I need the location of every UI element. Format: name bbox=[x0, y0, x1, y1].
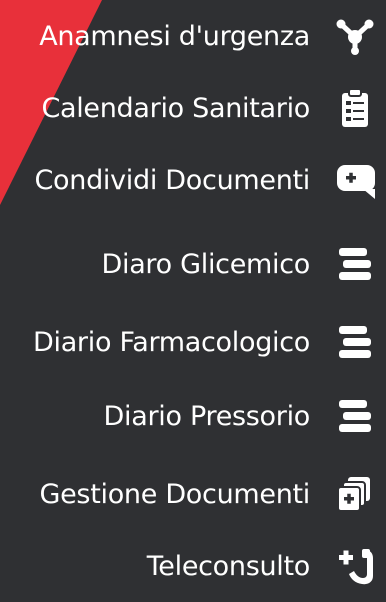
menu-item-calendario[interactable]: Calendario Sanitario bbox=[0, 72, 386, 144]
menu-item-glicemico[interactable]: Diaro Glicemico bbox=[0, 228, 386, 300]
medical-documents-icon bbox=[332, 471, 378, 517]
menu-item-label: Calendario Sanitario bbox=[41, 92, 310, 124]
stacked-bars-icon bbox=[332, 241, 378, 287]
menu-item-condividi[interactable]: Condividi Documenti bbox=[0, 144, 386, 216]
menu-item-label: Condividi Documenti bbox=[34, 164, 310, 196]
menu-item-label: Diario Pressorio bbox=[103, 400, 311, 432]
menu-item-label: Teleconsulto bbox=[146, 550, 311, 582]
menu-item-pressorio[interactable]: Diario Pressorio bbox=[0, 380, 386, 452]
menu-item-gestione[interactable]: Gestione Documenti bbox=[0, 458, 386, 530]
medical-phone-icon bbox=[332, 543, 378, 589]
network-share-icon bbox=[332, 13, 378, 59]
side-menu: Anamnesi d'urgenza Calendario Sanitario bbox=[0, 0, 386, 590]
menu-item-farmacologico[interactable]: Diario Farmacologico bbox=[0, 306, 386, 378]
clipboard-list-icon bbox=[332, 85, 378, 131]
menu-item-teleconsulto[interactable]: Teleconsulto bbox=[0, 530, 386, 602]
menu-item-label: Gestione Documenti bbox=[39, 478, 311, 510]
stacked-bars-icon bbox=[332, 319, 378, 365]
menu-item-label: Anamnesi d'urgenza bbox=[39, 20, 310, 52]
stacked-bars-icon bbox=[332, 393, 378, 439]
menu-item-label: Diario Farmacologico bbox=[33, 326, 310, 358]
medical-chat-icon bbox=[332, 157, 378, 203]
menu-item-label: Diaro Glicemico bbox=[101, 248, 311, 280]
menu-item-anamnesi[interactable]: Anamnesi d'urgenza bbox=[0, 0, 386, 72]
